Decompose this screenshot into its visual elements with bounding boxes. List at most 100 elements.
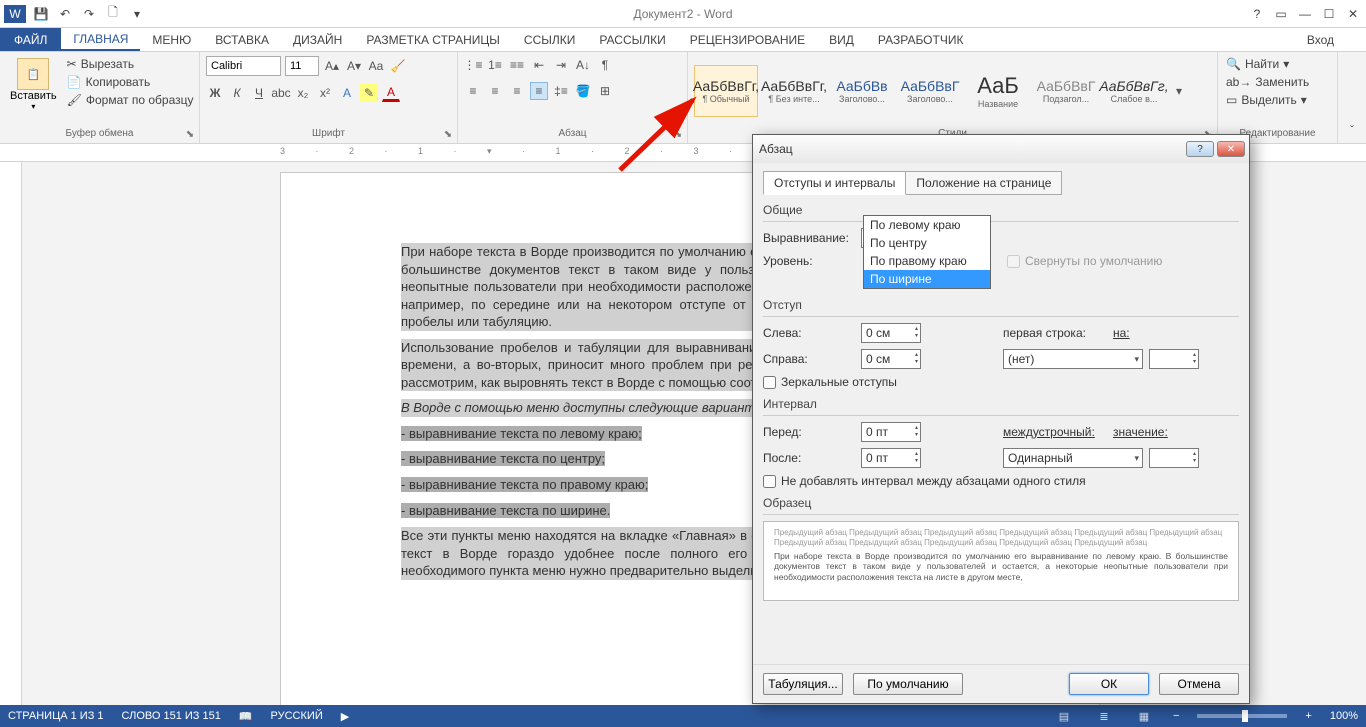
space-before-spin[interactable]: 0 пт — [861, 422, 921, 442]
status-words[interactable]: СЛОВО 151 ИЗ 151 — [122, 710, 221, 722]
font-launcher[interactable]: ⬊ — [442, 128, 454, 140]
indent-left-spin[interactable]: 0 см — [861, 323, 921, 343]
clear-format-button[interactable]: 🧹 — [389, 57, 407, 75]
zoom-in-button[interactable]: + — [1305, 710, 1311, 722]
align-option-justify[interactable]: По ширине — [864, 270, 990, 288]
align-center-button[interactable]: ≡ — [486, 82, 504, 100]
tab-developer[interactable]: РАЗРАБОТЧИК — [866, 28, 976, 51]
align-right-button[interactable]: ≡ — [508, 82, 526, 100]
strike-button[interactable]: abc — [272, 84, 290, 102]
dialog-titlebar[interactable]: Абзац ? ✕ — [753, 135, 1249, 163]
tab-home[interactable]: ГЛАВНАЯ — [61, 28, 140, 51]
qat-customize[interactable]: ▾ — [128, 5, 146, 23]
find-button[interactable]: 🔍 Найти ▾ — [1224, 56, 1291, 72]
subscript-button[interactable]: x₂ — [294, 84, 312, 102]
space-after-spin[interactable]: 0 пт — [861, 448, 921, 468]
close-button[interactable]: ✕ — [1344, 5, 1362, 23]
style-normal[interactable]: АаБбВвГг,¶ Обычный — [694, 65, 758, 117]
grow-font-button[interactable]: A▴ — [323, 57, 341, 75]
linespace-at-spin[interactable] — [1149, 448, 1199, 468]
style-subtle[interactable]: АаБбВвГг,Слабое в... — [1102, 65, 1166, 117]
firstline-combo[interactable]: (нет) — [1003, 349, 1143, 369]
align-justify-button[interactable]: ≡ — [530, 82, 548, 100]
style-title[interactable]: АаБНазвание — [966, 65, 1030, 117]
dialog-tab-indents[interactable]: Отступы и интервалы — [763, 171, 906, 195]
view-print-button[interactable]: ≣ — [1093, 708, 1115, 724]
align-option-left[interactable]: По левому краю — [864, 216, 990, 234]
highlight-button[interactable]: ✎ — [360, 84, 378, 102]
help-button[interactable]: ? — [1248, 5, 1266, 23]
ribbon-options-button[interactable]: ▭ — [1272, 5, 1290, 23]
collapse-ribbon-button[interactable]: ˇ — [1343, 121, 1361, 139]
style-heading2[interactable]: АаБбВвГЗаголово... — [898, 65, 962, 117]
format-painter-button[interactable]: 🖌 Формат по образцу — [65, 92, 196, 108]
dialog-tab-position[interactable]: Положение на странице — [905, 171, 1062, 195]
style-heading1[interactable]: АаБбВвЗаголово... — [830, 65, 894, 117]
view-web-button[interactable]: ▦ — [1133, 708, 1155, 724]
italic-button[interactable]: К — [228, 84, 246, 102]
underline-button[interactable]: Ч — [250, 84, 268, 102]
status-proof-icon[interactable]: 📖 — [239, 710, 253, 723]
tab-view[interactable]: ВИД — [817, 28, 866, 51]
bullets-button[interactable]: ⋮≡ — [464, 56, 482, 74]
undo-button[interactable]: ↶ — [56, 5, 74, 23]
cancel-button[interactable]: Отмена — [1159, 673, 1239, 695]
align-option-right[interactable]: По правому краю — [864, 252, 990, 270]
sign-in-link[interactable]: Вход — [1295, 28, 1346, 51]
multilevel-button[interactable]: ≡≡ — [508, 56, 526, 74]
decrease-indent-button[interactable]: ⇤ — [530, 56, 548, 74]
font-name-combo[interactable] — [206, 56, 281, 76]
vertical-ruler[interactable] — [0, 162, 22, 705]
tab-insert[interactable]: ВСТАВКА — [203, 28, 281, 51]
new-doc-button[interactable]: 🗋 — [104, 5, 122, 23]
minimize-button[interactable]: — — [1296, 5, 1314, 23]
select-button[interactable]: ▭ Выделить ▾ — [1224, 92, 1309, 108]
no-space-checkbox[interactable] — [763, 475, 776, 488]
dialog-help-button[interactable]: ? — [1186, 141, 1214, 157]
clipboard-launcher[interactable]: ⬊ — [184, 128, 196, 140]
status-page[interactable]: СТРАНИЦА 1 ИЗ 1 — [8, 710, 104, 722]
copy-button[interactable]: 📄 Копировать — [65, 74, 196, 90]
status-lang[interactable]: РУССКИЙ — [271, 710, 323, 722]
tab-menu[interactable]: Меню — [140, 28, 203, 51]
font-color-button[interactable]: A — [382, 84, 400, 102]
align-left-button[interactable]: ≡ — [464, 82, 482, 100]
ok-button[interactable]: ОК — [1069, 673, 1149, 695]
tabs-button[interactable]: Табуляция... — [763, 673, 843, 695]
borders-button[interactable]: ⊞ — [596, 82, 614, 100]
text-effects-button[interactable]: A — [338, 84, 356, 102]
indent-right-spin[interactable]: 0 см — [861, 349, 921, 369]
zoom-slider[interactable] — [1197, 714, 1287, 718]
superscript-button[interactable]: x² — [316, 84, 334, 102]
view-read-button[interactable]: ▤ — [1053, 708, 1075, 724]
shrink-font-button[interactable]: A▾ — [345, 57, 363, 75]
tab-review[interactable]: РЕЦЕНЗИРОВАНИЕ — [678, 28, 817, 51]
maximize-button[interactable]: ☐ — [1320, 5, 1338, 23]
line-spacing-button[interactable]: ‡≡ — [552, 82, 570, 100]
font-size-combo[interactable] — [285, 56, 319, 76]
style-nospacing[interactable]: АаБбВвГг,¶ Без инте... — [762, 65, 826, 117]
save-button[interactable]: 💾 — [32, 5, 50, 23]
show-marks-button[interactable]: ¶ — [596, 56, 614, 74]
zoom-out-button[interactable]: − — [1173, 710, 1179, 722]
bold-button[interactable]: Ж — [206, 84, 224, 102]
paragraph-launcher[interactable]: ⬊ — [672, 128, 684, 140]
align-option-center[interactable]: По центру — [864, 234, 990, 252]
firstline-by-spin[interactable] — [1149, 349, 1199, 369]
shading-button[interactable]: 🪣 — [574, 82, 592, 100]
tab-references[interactable]: ССЫЛКИ — [512, 28, 587, 51]
zoom-level[interactable]: 100% — [1330, 710, 1358, 722]
sort-button[interactable]: A↓ — [574, 56, 592, 74]
tab-design[interactable]: ДИЗАЙН — [281, 28, 354, 51]
linespace-combo[interactable]: Одинарный — [1003, 448, 1143, 468]
default-button[interactable]: По умолчанию — [853, 673, 963, 695]
dialog-close-button[interactable]: ✕ — [1217, 141, 1245, 157]
tab-file[interactable]: ФАЙЛ — [0, 28, 61, 51]
tab-layout[interactable]: РАЗМЕТКА СТРАНИЦЫ — [354, 28, 512, 51]
redo-button[interactable]: ↷ — [80, 5, 98, 23]
paste-button[interactable]: 📋Вставить▾ — [6, 56, 61, 113]
style-subtitle[interactable]: АаБбВвГПодзагол... — [1034, 65, 1098, 117]
change-case-button[interactable]: Aa — [367, 57, 385, 75]
mirror-indents-checkbox[interactable] — [763, 376, 776, 389]
status-macro-icon[interactable]: ▶ — [341, 710, 349, 723]
